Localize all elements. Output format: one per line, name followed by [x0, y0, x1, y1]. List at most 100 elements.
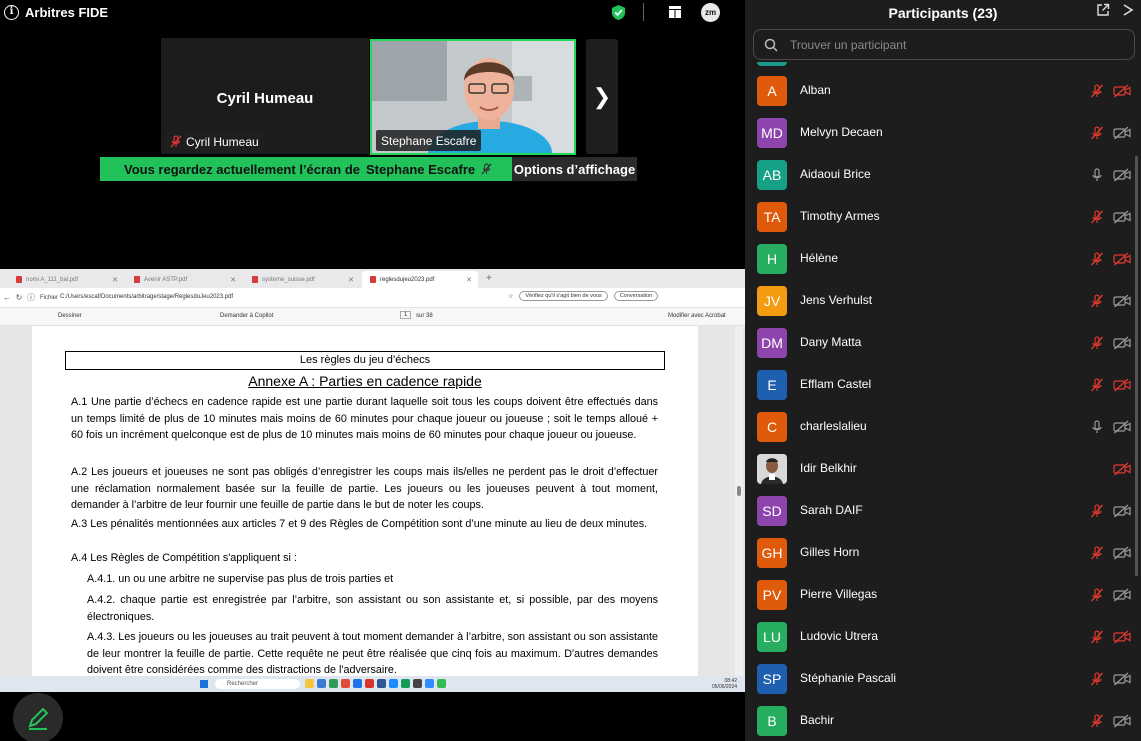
video-tile-stephane[interactable]: Stephane Escafre — [370, 39, 576, 155]
browser-tab[interactable]: systeme_suisse.pdf ✕ — [244, 271, 360, 288]
participant-name: Ludovic Utrera — [800, 629, 879, 643]
pdf-scrollbar[interactable] — [735, 326, 743, 676]
mic-muted-icon — [1090, 210, 1104, 224]
reload-icon[interactable]: ↻ — [14, 293, 24, 302]
view-options-button[interactable]: Options d’affichage — [512, 157, 637, 181]
zoom-icon[interactable] — [425, 679, 434, 688]
participant-avatar: PV — [757, 580, 787, 610]
info-icon[interactable]: ⓘ — [26, 292, 36, 303]
participant-row[interactable]: A Alban — [745, 70, 1135, 112]
close-icon[interactable]: ✕ — [230, 276, 236, 284]
draw-button[interactable]: Dessiner — [58, 313, 82, 319]
app-icon[interactable] — [401, 679, 410, 688]
participant-list-scrollbar[interactable] — [1135, 156, 1138, 576]
scrollbar-thumb[interactable] — [737, 486, 741, 496]
app-icon[interactable] — [365, 679, 374, 688]
address-bar: ← ↻ ⓘ Fichier C:/Users/escaf/Documents/a… — [0, 288, 745, 308]
copilot-button[interactable]: Demander à Copilot — [220, 313, 273, 319]
url-text[interactable]: C:/Users/escaf/Documents/arbitrage/stage… — [60, 294, 233, 300]
close-icon[interactable]: ✕ — [112, 276, 118, 284]
participant-row[interactable]: B Bachir — [745, 700, 1135, 741]
participant-name: Pierre Villegas — [800, 587, 878, 601]
popout-icon[interactable] — [1096, 3, 1110, 17]
app-icon[interactable] — [437, 679, 446, 688]
word-icon[interactable] — [377, 679, 386, 688]
star-icon[interactable]: ☆ — [508, 293, 513, 300]
name-tag: Cyril Humeau — [165, 131, 264, 152]
browser-tab[interactable]: Avenir ASTP.pdf ✕ — [126, 271, 242, 288]
participant-avatar: C — [757, 412, 787, 442]
participant-row[interactable]: SP Stéphanie Pascali — [745, 658, 1135, 700]
participant-row[interactable]: SD Sarah DAIF — [745, 490, 1135, 532]
name-tag-label: Cyril Humeau — [186, 134, 259, 149]
participant-name: Gilles Horn — [800, 545, 860, 559]
participant-search-box[interactable] — [753, 29, 1135, 60]
mic-muted-icon — [1090, 588, 1104, 602]
page-total: sur 38 — [416, 313, 433, 319]
participant-name: charleslalieu — [800, 419, 867, 433]
participant-name: Melvyn Decaen — [800, 125, 883, 139]
app-icon[interactable] — [329, 679, 338, 688]
collapse-panel-icon[interactable] — [1122, 3, 1134, 17]
view-grid-icon[interactable] — [669, 6, 681, 18]
participant-name: Stéphanie Pascali — [800, 671, 897, 685]
participant-row[interactable]: Ccharleslalieu — [745, 406, 1135, 448]
participant-avatar: A — [757, 76, 787, 106]
new-tab-icon[interactable]: + — [480, 273, 492, 284]
page-number-input[interactable]: 1 — [400, 311, 412, 319]
conversation-button[interactable]: Conversation — [613, 291, 659, 301]
meeting-area: i Arbitres FIDE zm Cyril Humeau Cyril Hu… — [0, 0, 745, 741]
pdf-icon — [134, 276, 140, 283]
participant-row[interactable]: E Efflam Castel — [745, 364, 1135, 406]
participant-row[interactable]: TA Timothy Armes — [745, 196, 1135, 238]
back-icon[interactable]: ← — [2, 293, 12, 302]
participant-search-input[interactable] — [790, 36, 1120, 54]
video-tile-cyril[interactable]: Cyril Humeau Cyril Humeau — [161, 38, 369, 154]
participant-row[interactable]: JV Jens Verhulst — [745, 280, 1135, 322]
paragraph-a42: A.4.2. chaque partie est enregistrée par… — [87, 594, 658, 623]
camera-off-icon — [1113, 378, 1131, 392]
security-shield-icon[interactable] — [611, 4, 626, 21]
folder-icon[interactable] — [305, 679, 314, 688]
participant-avatar — [757, 454, 787, 484]
name-tag-label: Stephane Escafre — [381, 133, 477, 148]
participant-row[interactable]: DM Dany Matta — [745, 322, 1135, 364]
windows-start-icon[interactable] — [200, 680, 208, 688]
mic-muted-icon — [1090, 672, 1104, 686]
participant-row[interactable]: GH Gilles Horn — [745, 532, 1135, 574]
close-icon[interactable]: ✕ — [348, 276, 354, 284]
browser-tab[interactable]: nomi A_111_bal.pdf ✕ — [8, 271, 124, 288]
mic-muted-icon — [170, 135, 182, 148]
participant-row[interactable]: AB Aidaoui Brice — [745, 154, 1135, 196]
participant-row[interactable]: H Hélène — [745, 238, 1135, 280]
edit-acrobat-button[interactable]: Modifier avec Acrobat — [668, 313, 726, 319]
app-icon[interactable] — [317, 679, 326, 688]
participant-name: Timothy Armes — [800, 209, 880, 223]
participants-panel: Participants (23) AAlbanMDMelvyn DecaenA… — [745, 0, 1141, 741]
zoom-avatar-badge[interactable]: zm — [701, 3, 720, 22]
next-page-button[interactable]: ❯ — [586, 39, 618, 154]
profile-verify-pill[interactable]: Vérifiez qu'il s'agit bien de vous — [519, 291, 608, 301]
info-icon[interactable]: i — [4, 5, 19, 20]
shared-screen[interactable]: nomi A_111_bal.pdf ✕ Avenir ASTP.pdf ✕ sys… — [0, 269, 745, 692]
camera-off-icon — [1113, 714, 1131, 728]
app-icon[interactable] — [389, 679, 398, 688]
app-icon[interactable] — [413, 679, 422, 688]
participant-row[interactable]: LU Ludovic Utrera — [745, 616, 1135, 658]
annotate-button[interactable] — [13, 693, 63, 741]
taskbar-search[interactable]: Rechercher — [215, 679, 300, 689]
browser-tab-active[interactable]: reglesdujeu2023.pdf ✕ — [362, 271, 478, 288]
close-icon[interactable]: ✕ — [466, 276, 472, 284]
paragraph-a4: A.4 Les Règles de Compétition s'applique… — [71, 552, 297, 564]
participant-row[interactable]: MD Melvyn Decaen — [745, 112, 1135, 154]
participant-avatar: LU — [757, 622, 787, 652]
participant-row[interactable]: PV Pierre Villegas — [745, 574, 1135, 616]
participant-name: Efflam Castel — [800, 377, 872, 391]
participants-title: Participants (23) — [888, 5, 998, 21]
pdf-viewport[interactable]: Les règles du jeu d’échecs Annexe A : Pa… — [0, 326, 745, 676]
participant-list[interactable]: A Alban MD Melvyn Decaen AB Aidaoui Brice TA Ti… — [745, 62, 1141, 741]
participant-row[interactable]: Idir Belkhir — [745, 448, 1135, 490]
browser-icon[interactable] — [353, 679, 362, 688]
camera-off-icon — [1113, 462, 1131, 476]
app-icon[interactable] — [341, 679, 350, 688]
